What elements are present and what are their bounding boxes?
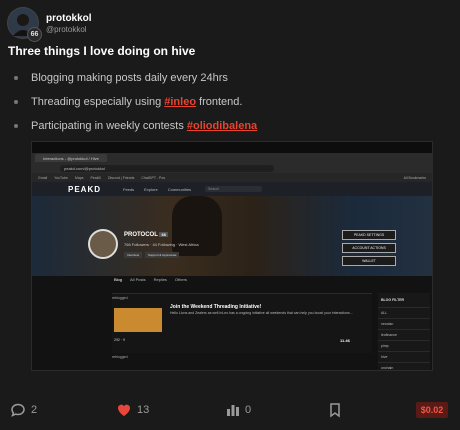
list-item: Threading especially using #inleo frontend… <box>14 90 260 114</box>
bookmark: ChatGPT - Pos <box>141 175 166 180</box>
filter-item: hive <box>378 352 430 363</box>
profile-name: PROTOCOL 66 <box>124 232 168 238</box>
filter-item: neoxian <box>378 319 430 330</box>
bullet-dot <box>14 124 18 128</box>
list-item: Blogging making posts daily every 24hrs <box>14 66 260 90</box>
nav-item: Explore <box>144 186 158 192</box>
blog-filter: BLOG FILTER ALL neoxian leofinance pimp … <box>378 293 430 370</box>
app-navbar: PEAKD Feeds Explore Communities Search <box>32 182 432 196</box>
profile-button: Support & Appreciate <box>145 252 180 258</box>
address-bar: peakd.com/@protokkol <box>32 163 432 173</box>
wallet-button: WALLET <box>342 256 396 266</box>
views-count: 0 <box>245 404 252 416</box>
filter-item: ALL <box>378 308 430 319</box>
post-header: 66 protokkol @protokkol <box>8 6 92 42</box>
post-card-body: Hello Lions and Zealers as well InLeo ha… <box>170 311 353 315</box>
filter-item: pimp <box>378 341 430 352</box>
account-actions-button: ACCOUNT ACTIONS <box>342 243 396 253</box>
bookmark-button[interactable] <box>328 398 342 422</box>
filter-item: leofinance <box>378 330 430 341</box>
post-card-stats: 292 · 9 <box>114 338 125 342</box>
post-thumbnail <box>114 308 162 332</box>
heart-icon <box>116 402 132 418</box>
author-username[interactable]: protokkol <box>46 13 92 24</box>
settings-button: PEAKD SETTINGS <box>342 230 396 240</box>
browser-tabbar: Interactions - @protokkol / Hive <box>32 153 432 163</box>
bar-chart-icon <box>226 403 240 417</box>
list-item: Participating in weekly contests #oliodib… <box>14 114 260 138</box>
list-item-text: Threading especially using <box>31 96 162 108</box>
bullet-dot <box>14 76 18 80</box>
filter-item: onchain <box>378 363 430 370</box>
bookmark: PeakD <box>90 175 101 180</box>
profile-button: Interview <box>124 252 143 258</box>
bullet-dot <box>14 100 18 104</box>
hashtag-link[interactable]: #oliodibalena <box>187 120 257 132</box>
tab: Others <box>174 277 187 282</box>
post-list: reblogged Join the Weekend Threading Ini… <box>112 293 372 370</box>
post-card: reblogged Join the Weekend Threading Ini… <box>112 293 372 353</box>
hashtag-link[interactable]: #inleo <box>164 96 196 108</box>
tab: Blog <box>114 277 123 282</box>
bookmark: Discord | Friends <box>107 175 135 180</box>
bookmark-icon <box>328 402 342 418</box>
bookmarks-bar: Gmail YouTube Maps PeakD Discord | Frien… <box>32 173 432 182</box>
bookmark: All Bookmarks <box>403 175 426 180</box>
list-item-text: frontend. <box>199 96 243 108</box>
app-logo: PEAKD <box>68 184 102 194</box>
views-button[interactable]: 0 <box>226 398 251 422</box>
comment-count: 2 <box>31 404 38 416</box>
bookmark: Maps <box>74 175 84 180</box>
profile-avatar <box>88 229 118 259</box>
post-card-title: Join the Weekend Threading Initiative! <box>170 304 262 310</box>
like-button[interactable]: 13 <box>116 398 149 422</box>
post-card-payout: 11.46 <box>340 338 350 343</box>
author-handle[interactable]: @protokkol <box>46 25 92 34</box>
tab: Replies <box>153 277 167 282</box>
action-bar: 2 13 0 <box>0 398 460 422</box>
list-item-text: Participating in weekly contests <box>31 120 184 132</box>
bookmark: Gmail <box>38 175 48 180</box>
bookmark: YouTube <box>54 175 68 180</box>
reputation-badge: 66 <box>27 27 42 42</box>
profile-buttons: Interview Support & Appreciate <box>124 252 180 258</box>
list-item-text: Blogging making posts daily every 24hrs <box>31 72 228 84</box>
post-title: Three things I love doing on hive <box>8 44 196 58</box>
avatar[interactable]: 66 <box>8 8 42 42</box>
comment-button[interactable]: 2 <box>10 398 37 422</box>
nav-item: Communities <box>167 186 192 192</box>
like-count: 13 <box>137 404 150 416</box>
browser-tab: Interactions - @protokkol / Hive <box>35 154 107 162</box>
reblog-label: reblogged <box>112 296 128 300</box>
embedded-screenshot[interactable]: Interactions - @protokkol / Hive peakd.c… <box>31 141 433 371</box>
filter-title: BLOG FILTER <box>378 293 430 308</box>
profile-meta: 766 Followers · 44 Following · West Afri… <box>124 242 199 247</box>
banner-figure <box>172 196 222 256</box>
profile-tabs: Blog All Posts Replies Others <box>114 277 187 282</box>
comment-icon <box>10 402 26 418</box>
search-box: Search <box>205 186 263 192</box>
tab: All Posts <box>130 277 146 282</box>
os-taskbar <box>32 142 432 153</box>
nav-item: Feeds <box>123 186 135 192</box>
bullet-list: Blogging making posts daily every 24hrs … <box>14 66 260 138</box>
reward-badge[interactable]: $0.02 <box>416 402 448 418</box>
reblog-label: reblogged <box>112 355 128 359</box>
url-field: peakd.com/@protokkol <box>60 164 274 172</box>
